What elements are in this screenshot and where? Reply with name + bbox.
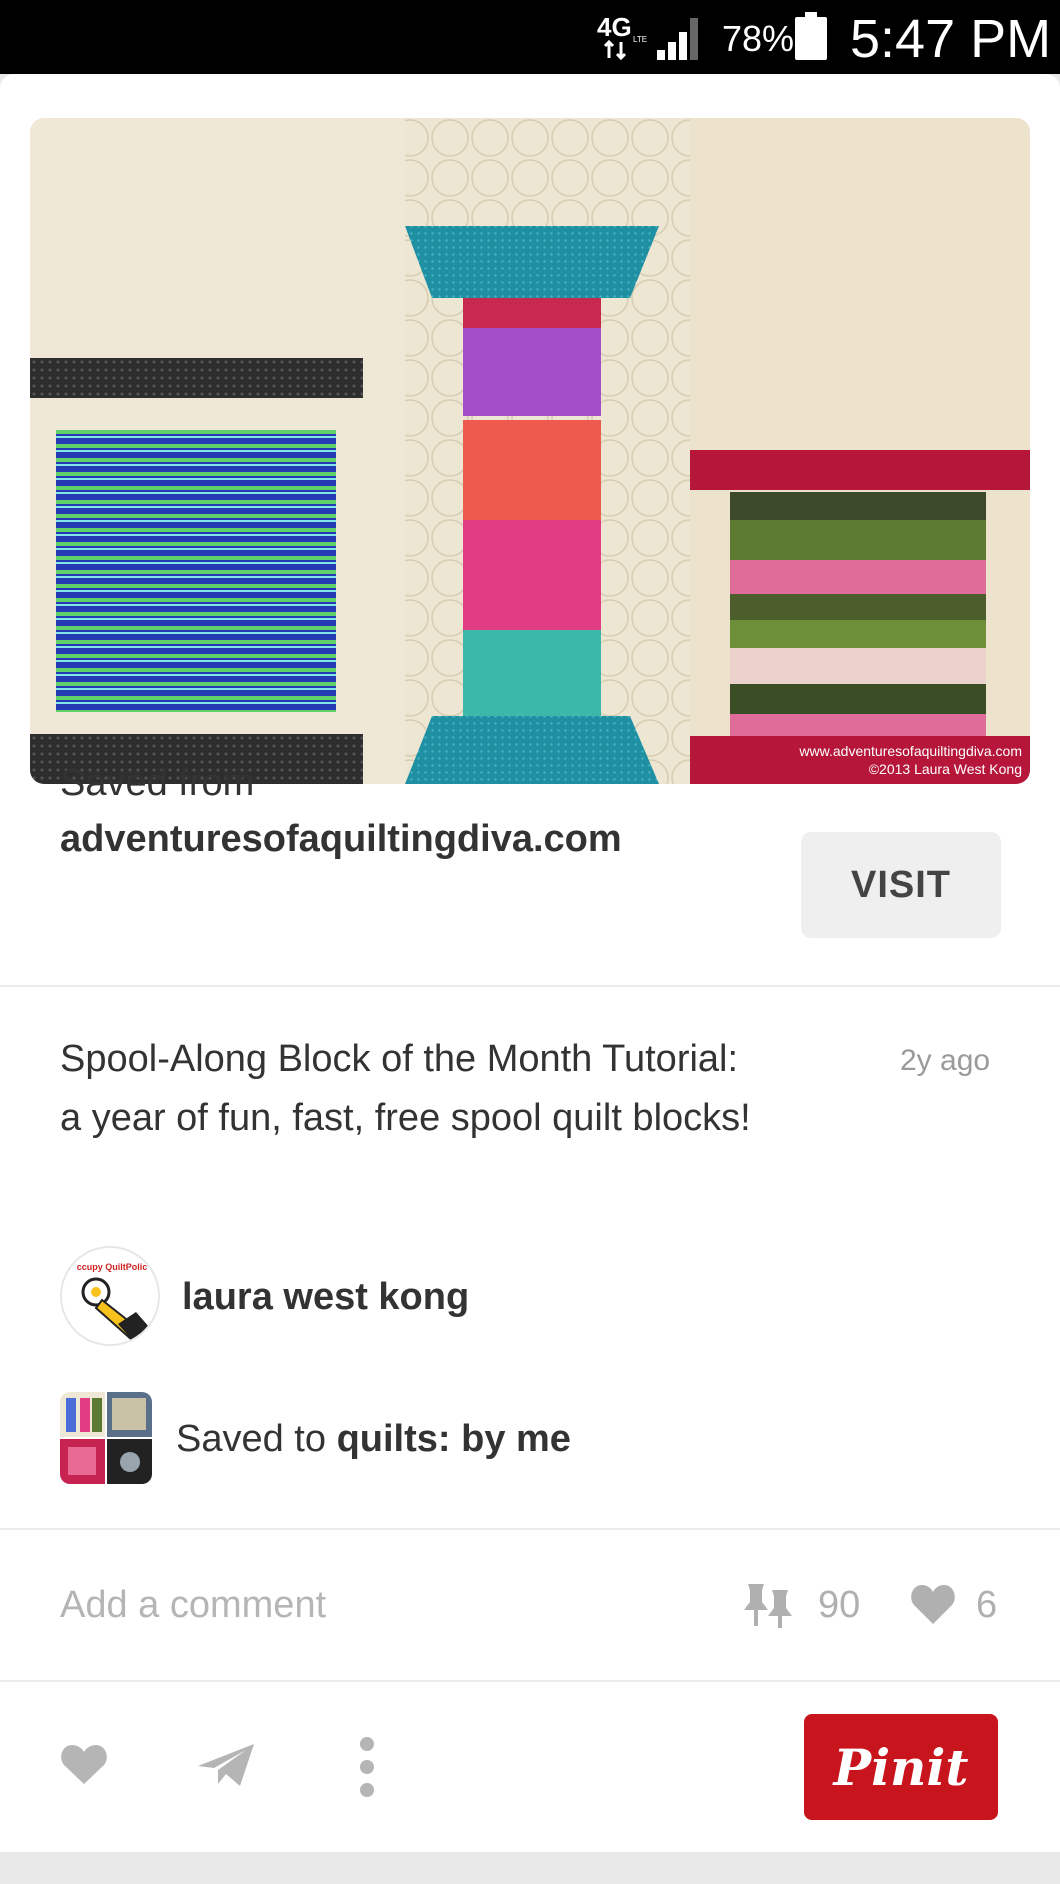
heart-icon[interactable] — [60, 1742, 108, 1786]
more-options-icon[interactable] — [355, 1736, 379, 1798]
author-name[interactable]: laura west kong — [182, 1276, 469, 1319]
like-count: 6 — [976, 1584, 998, 1626]
send-icon[interactable] — [196, 1740, 256, 1790]
image-credit-line1: www.adventuresofaquiltingdiva.com — [798, 743, 1022, 759]
source-domain-link[interactable]: adventuresofaquiltingdiva.com — [60, 818, 622, 861]
network-4g-icon: 4G LTE — [597, 12, 647, 61]
image-credit-line2: ©2013 Laura West Kong — [869, 761, 1022, 777]
saved-to-line: Saved to quilts: by me — [176, 1418, 571, 1461]
author-avatar[interactable]: ccupy QuiltPolic — [60, 1246, 160, 1346]
board-thumbnail[interactable] — [60, 1392, 152, 1484]
time-ago: 2y ago — [900, 1044, 991, 1077]
pin-image[interactable]: www.adventuresofaquiltingdiva.com ©2013 … — [30, 118, 1030, 784]
visit-button[interactable]: VISIT — [801, 832, 1001, 938]
network-label: 4G — [597, 12, 632, 42]
avatar-text: ccupy QuiltPolic — [77, 1262, 148, 1272]
divider — [0, 1680, 1060, 1682]
divider — [0, 985, 1060, 987]
divider — [0, 1528, 1060, 1530]
pin-it-button[interactable]: Pinit — [804, 1714, 998, 1820]
status-bar: 4G LTE 78% 5:47 PM — [0, 0, 1060, 74]
battery-percent: 78% — [722, 18, 795, 59]
board-name-link[interactable]: quilts: by me — [337, 1418, 571, 1460]
signal-strength-icon — [657, 18, 698, 60]
repin-icon[interactable] — [742, 1580, 794, 1630]
network-sub-label: LTE — [633, 35, 647, 44]
like-heart-icon[interactable] — [910, 1582, 956, 1626]
saved-from-label: Saved from — [60, 762, 255, 804]
battery-icon — [795, 12, 827, 60]
saved-to-label: Saved to — [176, 1418, 337, 1460]
add-comment-input[interactable]: Add a comment — [60, 1584, 326, 1627]
clock: 5:47 PM — [850, 9, 1052, 69]
pin-description: Spool-Along Block of the Month Tutorial:… — [60, 1038, 751, 1139]
repin-count: 90 — [818, 1584, 861, 1626]
